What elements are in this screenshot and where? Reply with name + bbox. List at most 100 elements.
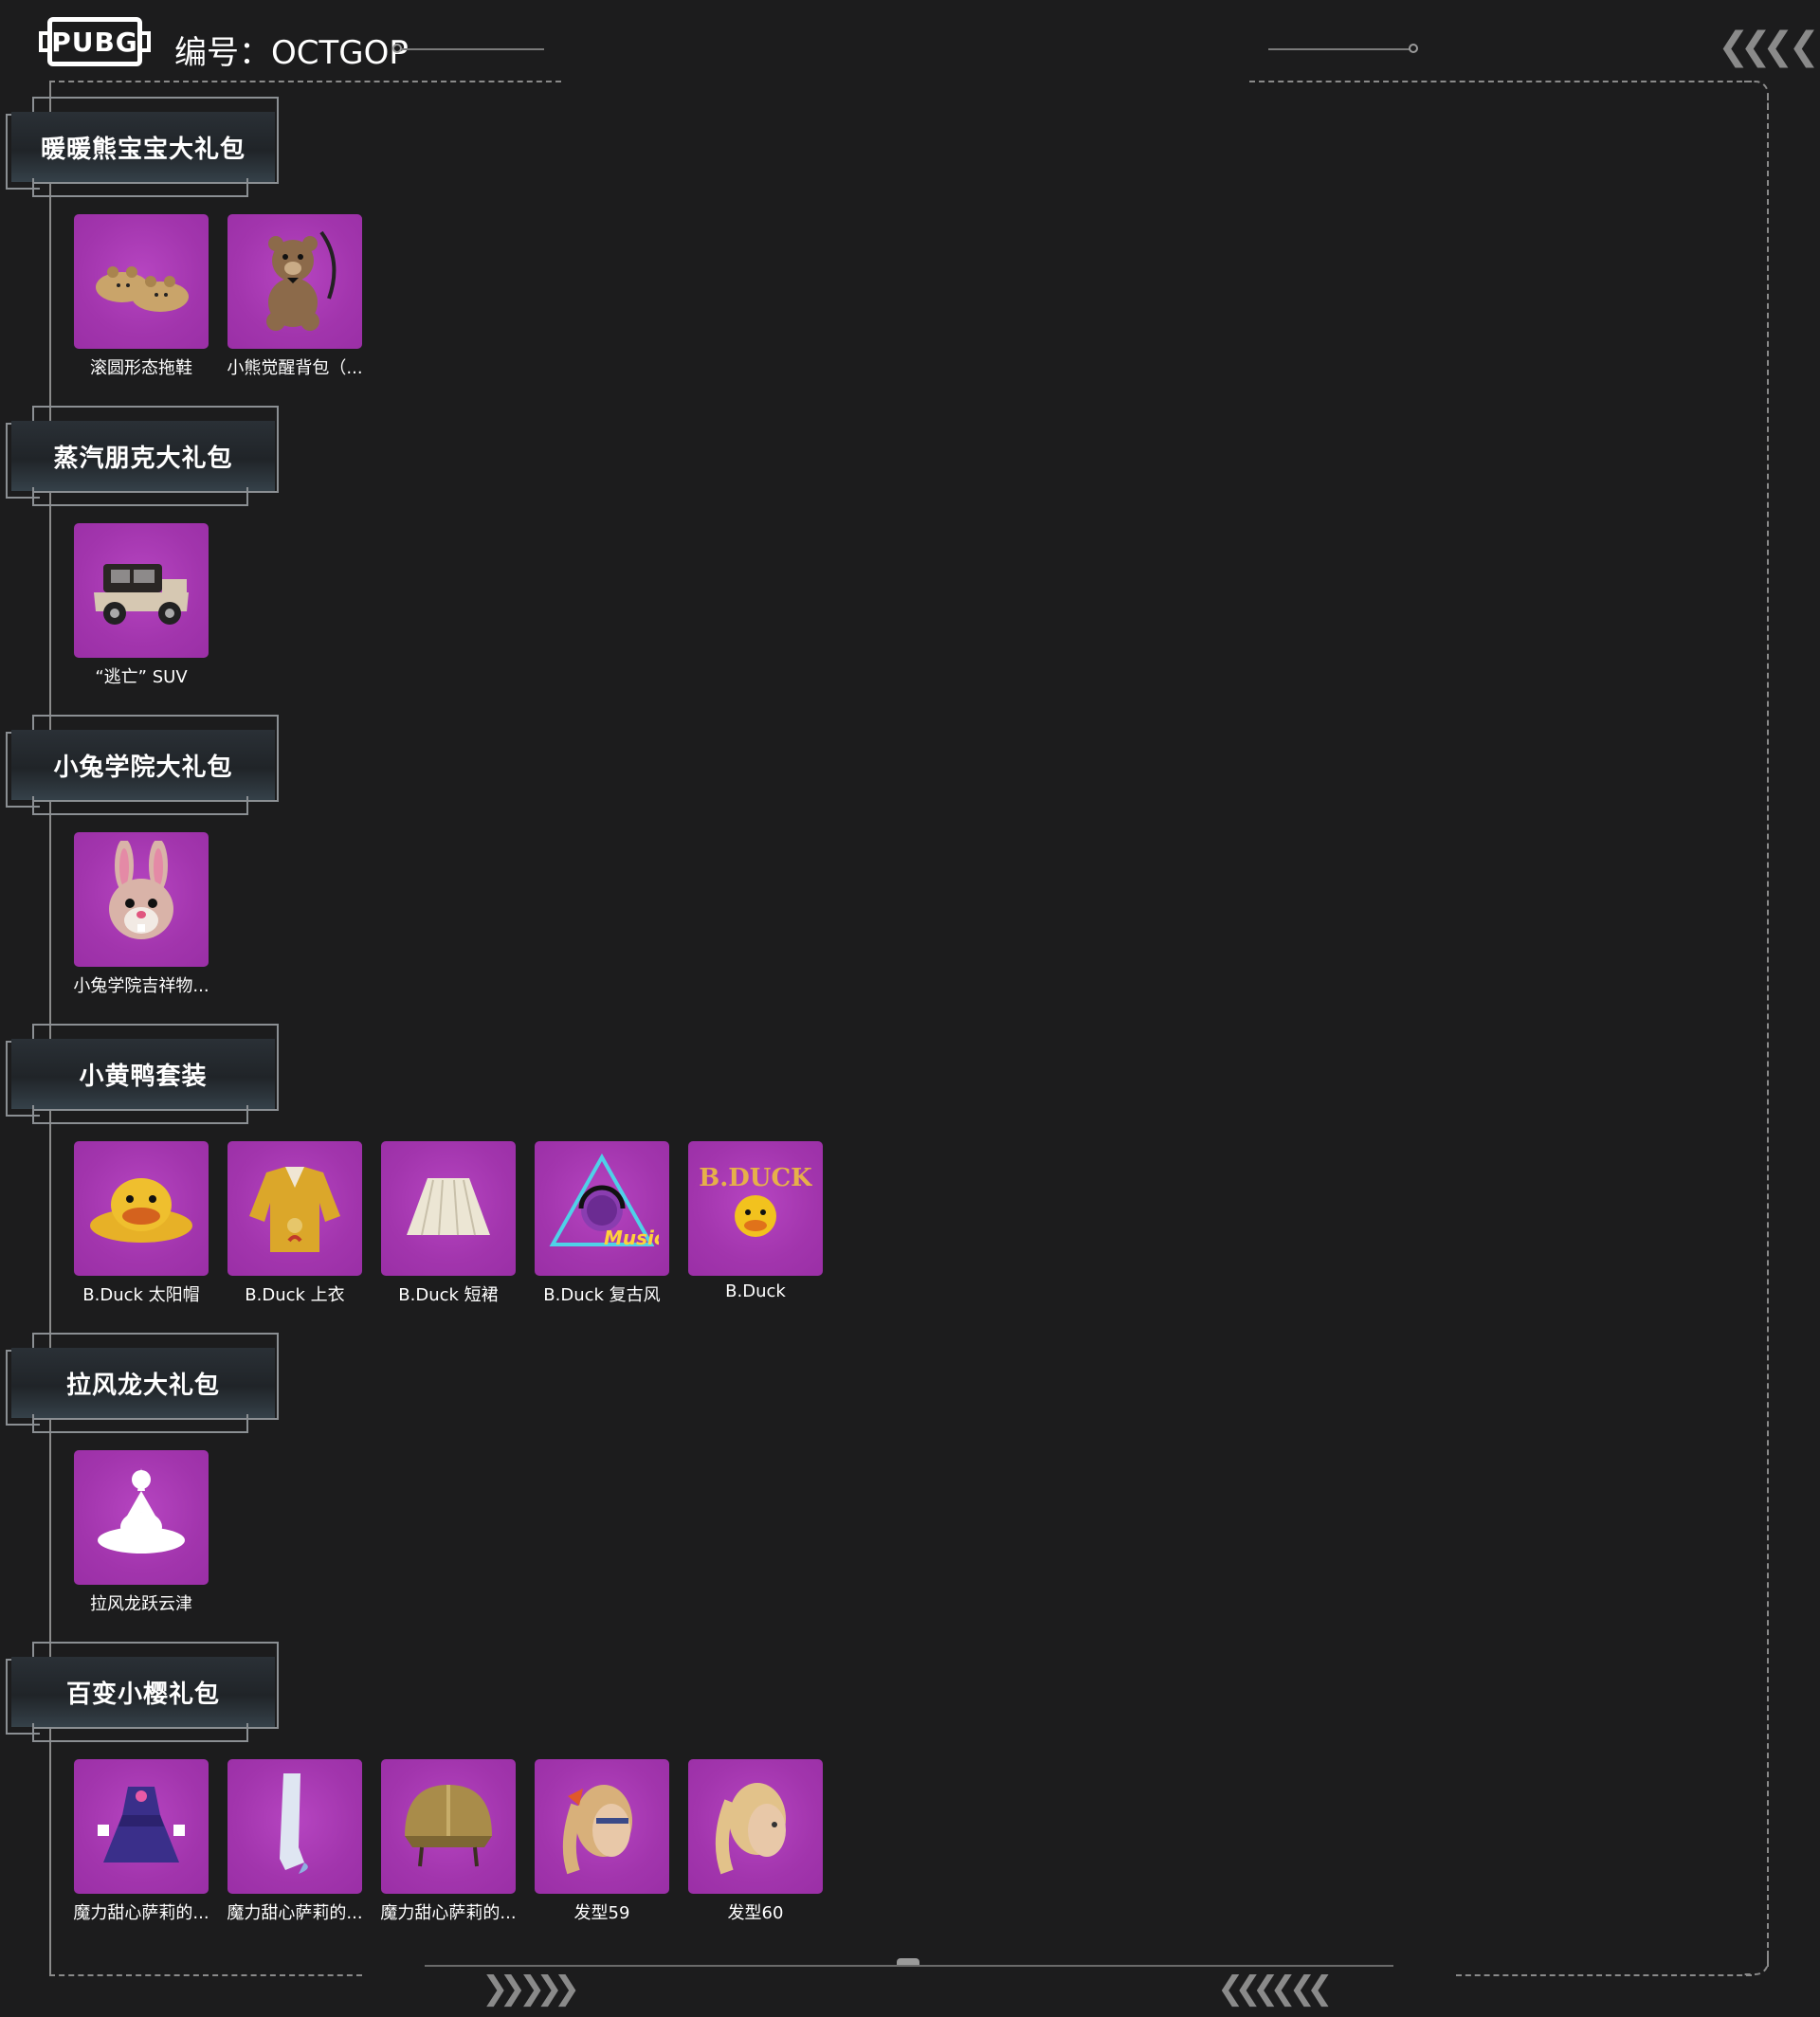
vintage-car-icon	[84, 532, 198, 650]
reward-item[interactable]: 小熊觉醒背包（...	[227, 214, 363, 379]
magical-dress-icon	[84, 1768, 198, 1886]
logo-text: PUBG	[51, 26, 138, 58]
blonde-ponytail-icon	[699, 1768, 812, 1886]
item-label: 魔力甜心萨莉的...	[73, 1903, 209, 1923]
svg-text:B.DUCK: B.DUCK	[699, 1164, 812, 1192]
header-plate: 蒸汽朋克大礼包	[11, 421, 275, 491]
reward-item[interactable]: 发型60	[688, 1759, 823, 1924]
chevrons-right-icon: ❯❯ ❯❯❯	[482, 1970, 580, 2008]
item-row: 拉风龙跃云津	[74, 1450, 209, 1615]
item-tile[interactable]	[74, 523, 209, 658]
frame-corner-bottom-right	[1744, 1951, 1769, 1975]
svg-text:Music: Music	[604, 1227, 659, 1249]
item-label: 魔力甜心萨莉的...	[380, 1903, 517, 1923]
header-plate: 小兔学院大礼包	[11, 730, 275, 800]
item-tile[interactable]	[228, 214, 362, 349]
header-line-right	[1268, 48, 1410, 50]
reward-item[interactable]: Music B.Duck 复古风	[535, 1141, 669, 1306]
code-value: OCTGOP	[271, 34, 409, 72]
music-duck-emblem-icon: Music	[545, 1150, 665, 1268]
item-tile[interactable]	[228, 1759, 362, 1894]
reward-item[interactable]: B.Duck 太阳帽	[74, 1141, 209, 1306]
item-label: 滚圆形态拖鞋	[90, 358, 192, 378]
item-tile[interactable]	[381, 1141, 516, 1276]
frame-bottom-right	[1456, 1974, 1752, 1976]
duck-sun-hat-icon	[84, 1150, 198, 1268]
section-title: 拉风龙大礼包	[65, 1371, 220, 1400]
header-plate: 拉风龙大礼包	[11, 1348, 275, 1418]
section-title: 暖暖熊宝宝大礼包	[40, 135, 246, 164]
gold-helmet-icon	[391, 1768, 505, 1886]
reward-item[interactable]: 拉风龙跃云津	[74, 1450, 209, 1615]
teddy-bear-backpack-icon	[238, 223, 352, 341]
bear-slippers-icon	[84, 223, 198, 341]
frame-top-left	[49, 81, 561, 82]
item-label: B.Duck	[725, 1281, 786, 1301]
header-stub	[32, 1723, 248, 1742]
section-header: 小兔学院大礼包	[0, 715, 284, 819]
header-stub	[32, 487, 248, 506]
item-label: 小熊觉醒背包（...	[227, 358, 363, 378]
blonde-ponytail-bow-icon	[545, 1768, 659, 1886]
item-label: 拉风龙跃云津	[90, 1594, 192, 1614]
item-tile[interactable]: Music	[535, 1141, 669, 1276]
header-plate: 百变小樱礼包	[11, 1657, 275, 1727]
section-header: 暖暖熊宝宝大礼包	[0, 97, 284, 201]
item-tile[interactable]	[74, 1759, 209, 1894]
bottom-handle	[897, 1958, 919, 1965]
item-label: B.Duck 复古风	[543, 1285, 661, 1305]
item-label: 魔力甜心萨莉的...	[227, 1903, 363, 1923]
header-stub	[32, 1105, 248, 1124]
item-row: 魔力甜心萨莉的... 魔力甜心萨莉的... 魔力甜心萨莉的... 发型59 发型…	[73, 1759, 823, 1924]
item-tile[interactable]	[74, 832, 209, 967]
item-row: “逃亡” SUV	[74, 523, 209, 688]
item-label: B.Duck 短裙	[398, 1285, 499, 1305]
meditation-emote-icon	[84, 1459, 198, 1577]
yellow-jacket-icon	[238, 1150, 352, 1268]
pubg-logo: PUBG	[39, 17, 151, 66]
order-code: 编号：OCTGOP	[174, 27, 409, 73]
reward-item[interactable]: 发型59	[535, 1759, 669, 1924]
section-header: 蒸汽朋克大礼包	[0, 406, 284, 510]
reward-item[interactable]: B.Duck 短裙	[381, 1141, 516, 1306]
item-tile[interactable]	[74, 1141, 209, 1276]
item-tile[interactable]	[74, 1450, 209, 1585]
item-tile[interactable]	[688, 1759, 823, 1894]
item-tile[interactable]: B.DUCK	[688, 1141, 823, 1276]
reward-item[interactable]: B.Duck 上衣	[228, 1141, 362, 1306]
section-title: 小黄鸭套装	[79, 1062, 208, 1091]
section-header: 百变小樱礼包	[0, 1642, 284, 1746]
reward-item[interactable]: 魔力甜心萨莉的...	[227, 1759, 363, 1924]
section-title: 百变小樱礼包	[65, 1680, 220, 1709]
bunny-mascot-icon	[84, 838, 198, 959]
reward-item[interactable]: 魔力甜心萨莉的...	[73, 1759, 209, 1924]
item-tile[interactable]	[74, 214, 209, 349]
header-stub	[32, 178, 248, 197]
reward-item[interactable]: 滚圆形态拖鞋	[74, 214, 209, 379]
item-row: 小兔学院吉祥物...	[73, 832, 209, 997]
bduck-logo-icon: B.DUCK	[699, 1150, 813, 1268]
item-tile[interactable]	[381, 1759, 516, 1894]
reward-item[interactable]: 小兔学院吉祥物...	[73, 832, 209, 997]
reward-item[interactable]: 魔力甜心萨莉的...	[380, 1759, 517, 1924]
header-stub	[32, 1414, 248, 1433]
header-line-left	[402, 48, 544, 50]
item-label: 发型59	[573, 1903, 630, 1923]
item-tile[interactable]	[228, 1141, 362, 1276]
bottom-divider	[425, 1965, 1393, 1967]
section-title: 蒸汽朋克大礼包	[53, 444, 233, 473]
item-label: “逃亡” SUV	[95, 667, 188, 687]
long-stockings-icon	[238, 1768, 352, 1886]
header-plate: 暖暖熊宝宝大礼包	[11, 112, 275, 182]
pleated-skirt-icon	[391, 1150, 505, 1268]
frame-bottom-left	[49, 1974, 362, 1976]
code-prefix: 编号：	[174, 34, 271, 72]
item-label: 发型60	[727, 1903, 784, 1923]
section-title: 小兔学院大礼包	[53, 753, 233, 782]
reward-item[interactable]: “逃亡” SUV	[74, 523, 209, 688]
reward-item[interactable]: B.DUCK B.Duck	[688, 1141, 823, 1306]
item-label: B.Duck 太阳帽	[82, 1285, 200, 1305]
item-label: B.Duck 上衣	[245, 1285, 345, 1305]
item-tile[interactable]	[535, 1759, 669, 1894]
frame-corner-top-right	[1744, 81, 1769, 105]
